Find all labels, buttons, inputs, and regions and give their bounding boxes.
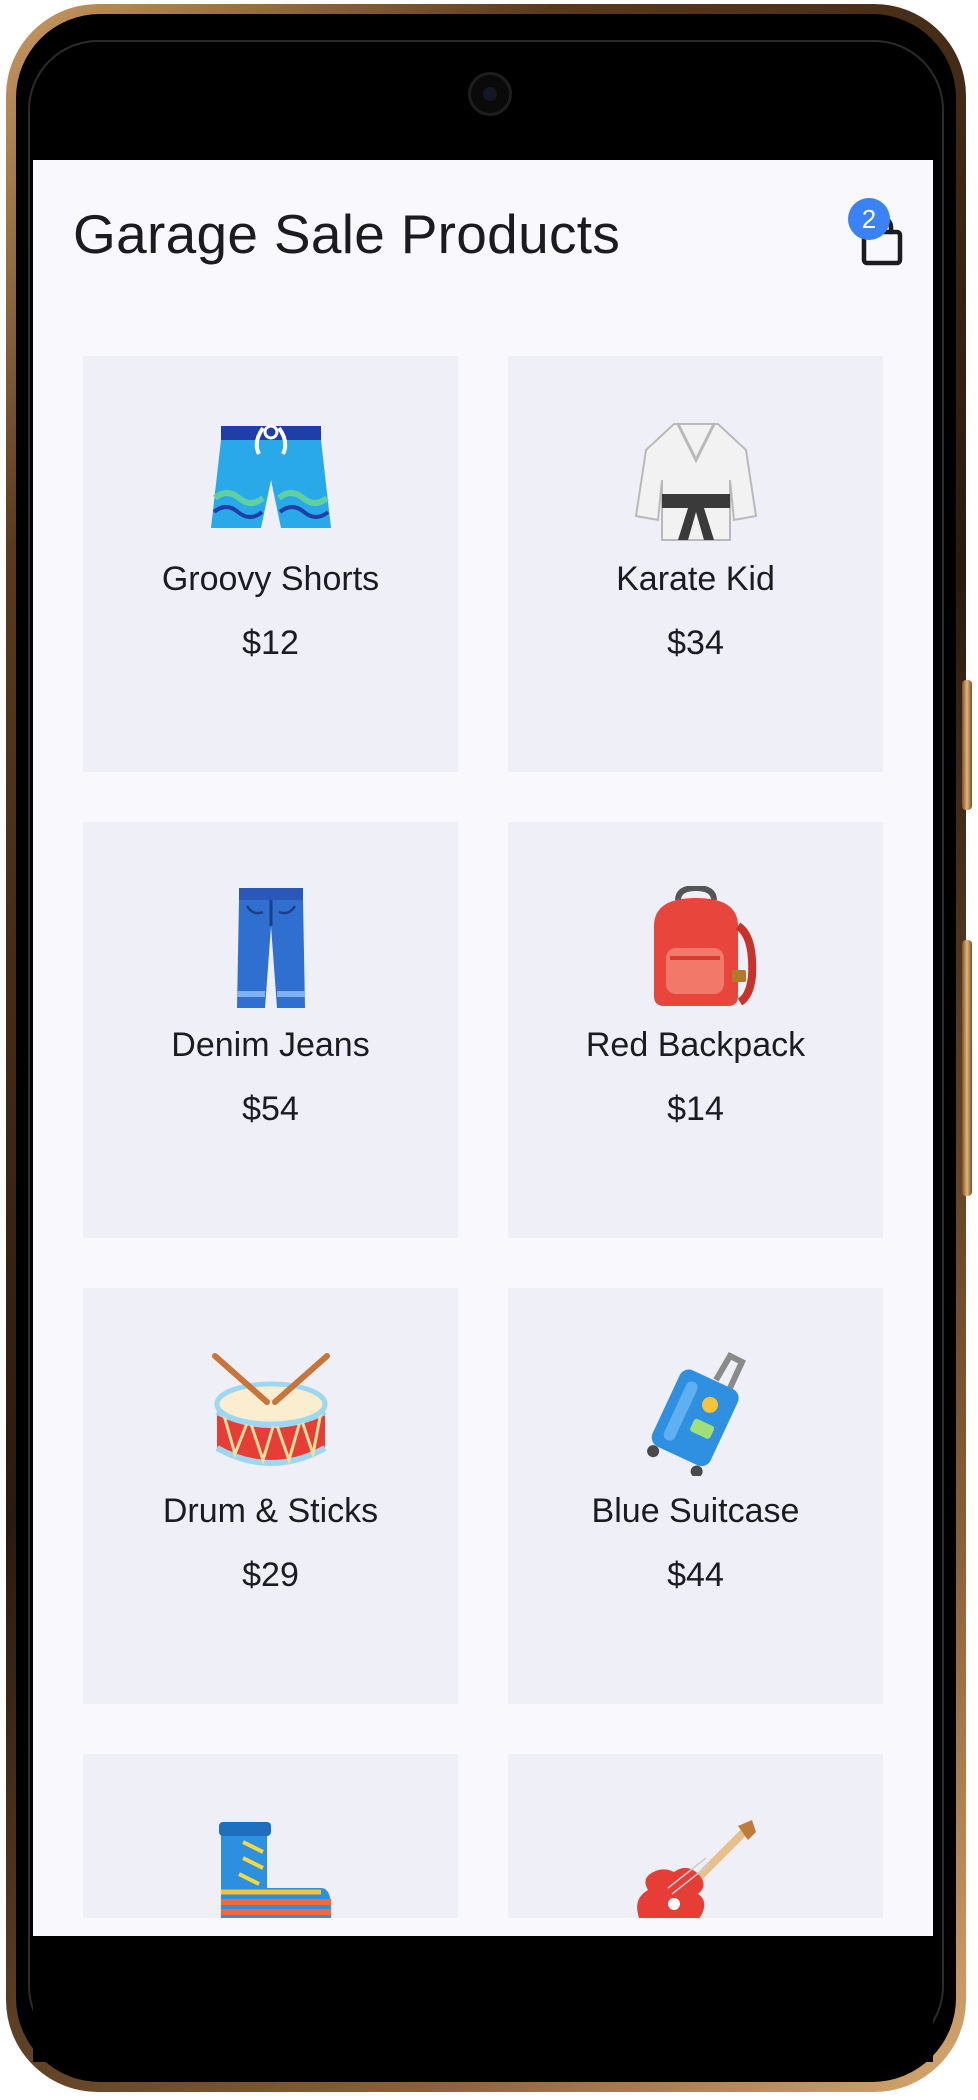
martial-arts-uniform-icon xyxy=(508,420,883,544)
cart-button[interactable]: 2 xyxy=(848,198,918,274)
product-name: Drum & Sticks xyxy=(162,1492,379,1530)
roller-skate-icon xyxy=(83,1818,458,1918)
drum-icon xyxy=(83,1352,458,1476)
backpack-icon xyxy=(508,886,883,1010)
cart-count-badge: 2 xyxy=(848,198,890,240)
suitcase-icon xyxy=(508,1352,883,1476)
power-button xyxy=(962,940,972,1196)
guitar-icon xyxy=(508,1818,883,1918)
product-price: $54 xyxy=(242,1090,299,1128)
volume-button xyxy=(962,680,972,810)
jeans-icon xyxy=(83,886,458,1010)
bottom-bezel xyxy=(33,1936,933,2062)
product-name: Blue Suitcase xyxy=(591,1492,800,1530)
shorts-icon xyxy=(83,420,458,544)
product-price: $44 xyxy=(667,1556,724,1594)
product-card[interactable]: Denim Jeans $54 xyxy=(83,822,458,1238)
product-card[interactable]: Red Backpack $14 xyxy=(508,822,883,1238)
product-name: Karate Kid xyxy=(616,560,775,598)
product-card[interactable]: Drum & Sticks $29 xyxy=(83,1288,458,1704)
front-camera xyxy=(468,72,512,116)
product-card[interactable] xyxy=(508,1754,883,1918)
app-screen: Garage Sale Products 2 Groovy Shorts $12 xyxy=(33,160,933,1936)
product-name: Red Backpack xyxy=(585,1026,806,1064)
product-card[interactable]: Karate Kid $34 xyxy=(508,356,883,772)
product-card[interactable] xyxy=(83,1754,458,1918)
product-price: $12 xyxy=(242,624,299,662)
product-price: $34 xyxy=(667,624,724,662)
product-name: Denim Jeans xyxy=(171,1026,370,1064)
product-name: Groovy Shorts xyxy=(161,560,380,598)
product-card[interactable]: Blue Suitcase $44 xyxy=(508,1288,883,1704)
product-price: $29 xyxy=(242,1556,299,1594)
page-title: Garage Sale Products xyxy=(73,203,621,265)
product-card[interactable]: Groovy Shorts $12 xyxy=(83,356,458,772)
product-price: $14 xyxy=(667,1090,724,1128)
